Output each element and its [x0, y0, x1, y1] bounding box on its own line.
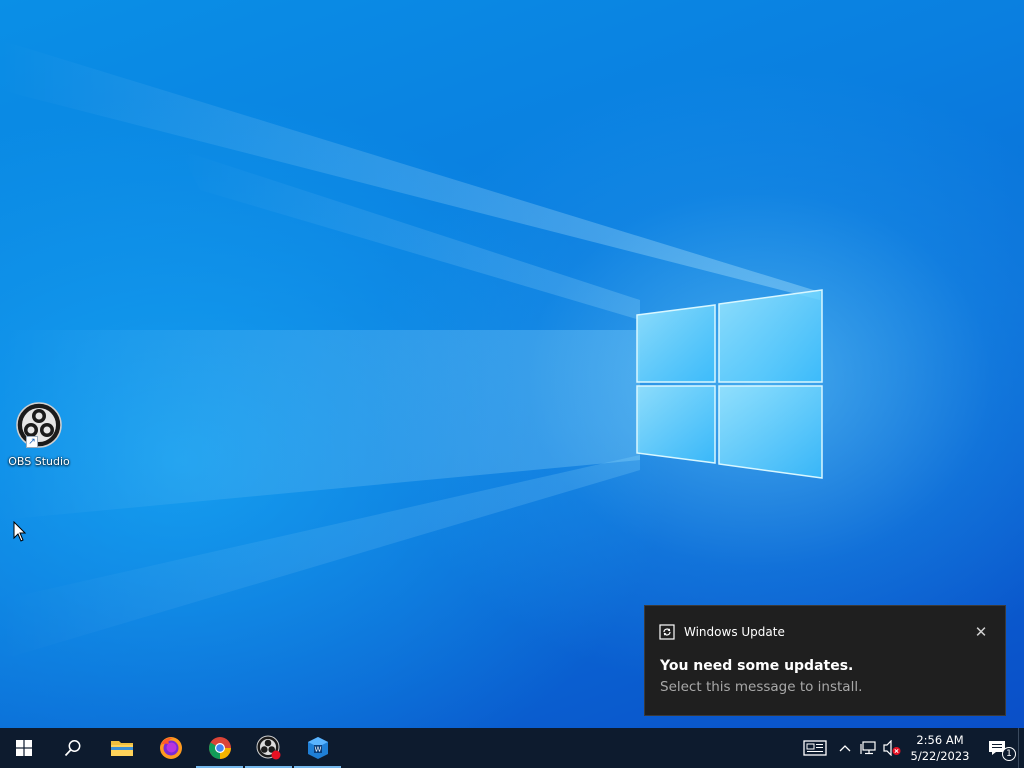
obs-studio-icon [256, 735, 280, 760]
folder-icon [110, 741, 133, 756]
shortcut-arrow-icon: ↗ [26, 436, 38, 448]
start-button[interactable] [0, 728, 48, 768]
windows-update-notification[interactable]: Windows Update ✕ You need some updates. … [644, 605, 1006, 716]
blue-app-icon: W [307, 737, 328, 759]
close-icon[interactable]: ✕ [973, 624, 989, 640]
desktop-shortcut-obs-studio[interactable]: ↗ OBS Studio [4, 402, 74, 474]
notification-count-badge: 1 [1002, 747, 1016, 761]
search-button[interactable] [48, 728, 97, 768]
toast-app-name: Windows Update [684, 625, 785, 639]
taskbar-chrome[interactable] [195, 728, 244, 768]
toast-title: You need some updates. [660, 658, 854, 674]
firefox-icon [159, 737, 182, 759]
desktop-background: ↗ OBS Studio Windows Update ✕ You need s… [0, 0, 1024, 728]
volume-muted-icon [883, 740, 901, 756]
search-icon [64, 740, 80, 757]
toast-body: Select this message to install. [660, 679, 863, 695]
volume-button[interactable] [880, 728, 904, 768]
svg-text:W: W [314, 746, 321, 754]
desktop-icon-label: OBS Studio [8, 455, 70, 468]
taskbar-firefox[interactable] [146, 728, 195, 768]
taskbar-obs-studio[interactable] [244, 728, 293, 768]
windows-update-icon [659, 624, 675, 640]
network-button[interactable] [856, 728, 880, 768]
system-tray: 2:56 AM 5/22/2023 1 [796, 728, 1024, 768]
clock[interactable]: 2:56 AM 5/22/2023 [904, 728, 976, 768]
chrome-icon [208, 737, 231, 759]
news-and-interests-button[interactable] [796, 728, 834, 768]
action-center-button[interactable]: 1 [976, 728, 1018, 768]
toast-header: Windows Update [659, 624, 785, 640]
mouse-cursor-icon [13, 521, 27, 542]
windows-wallpaper-logo [636, 289, 823, 479]
clock-time: 2:56 AM [916, 733, 964, 747]
network-icon [860, 741, 876, 755]
show-desktop-button[interactable] [1018, 728, 1024, 768]
taskbar-file-explorer[interactable] [97, 728, 146, 768]
taskbar: W 2:56 AM 5/22/2023 1 [0, 728, 1024, 768]
show-hidden-icons-button[interactable] [834, 728, 856, 768]
obs-studio-icon: ↗ [16, 402, 62, 448]
clock-date: 5/22/2023 [910, 749, 970, 763]
chevron-up-icon [839, 745, 851, 752]
taskbar-app[interactable]: W [293, 728, 342, 768]
news-and-interests-icon [803, 740, 827, 756]
windows-start-icon [16, 740, 32, 756]
